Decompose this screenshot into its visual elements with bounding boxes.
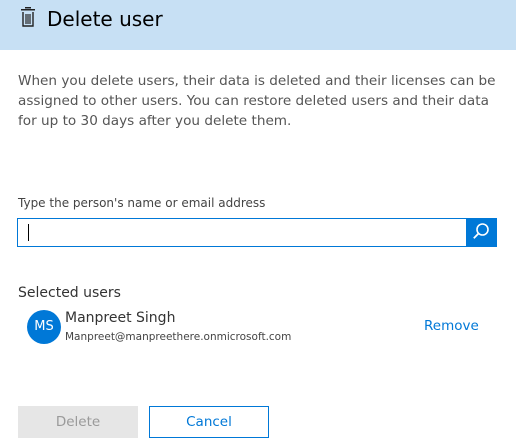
selected-users-heading: Selected users: [18, 285, 121, 301]
cancel-button[interactable]: Cancel: [149, 406, 269, 438]
search-button[interactable]: [466, 219, 496, 246]
user-name: Manpreet Singh: [65, 310, 176, 326]
text-caret: [28, 224, 29, 241]
search-label: Type the person's name or email address: [18, 196, 266, 210]
trash-icon: [18, 6, 38, 28]
search-box: [17, 218, 497, 247]
search-icon: [472, 222, 490, 244]
user-email: Manpreet@manpreethere.onmicrosoft.com: [65, 331, 292, 343]
panel-title: Delete user: [47, 7, 163, 31]
description-text: When you delete users, their data is del…: [18, 73, 496, 129]
delete-button[interactable]: Delete: [18, 406, 138, 438]
delete-user-panel: Delete user When you delete users, their…: [0, 0, 516, 442]
avatar: MS: [27, 310, 61, 344]
remove-user-link[interactable]: Remove: [424, 317, 479, 335]
panel-header: Delete user: [0, 0, 516, 50]
search-input[interactable]: [18, 219, 466, 246]
selected-user-row: MS Manpreet Singh Manpreet@manpreethere.…: [18, 308, 498, 348]
